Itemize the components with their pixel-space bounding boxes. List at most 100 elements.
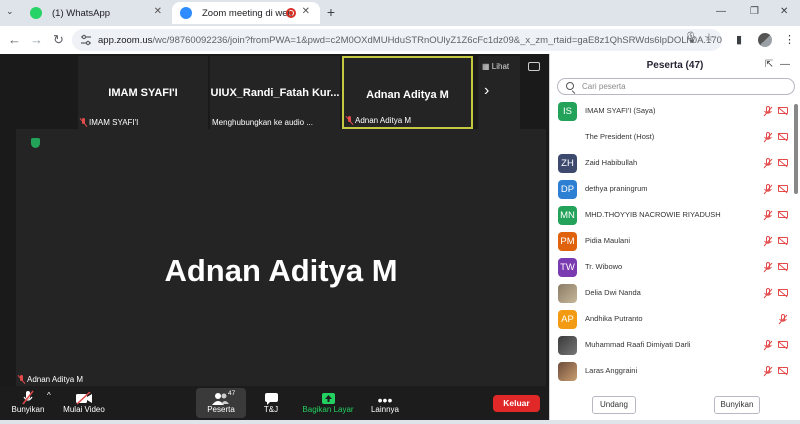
mic-muted-icon [763,340,773,351]
qa-label: T&J [263,405,279,414]
participants-panel: Peserta (47) ⇱ — Cari peserta IS IMAM SY… [549,54,800,420]
more-dots-icon: ••• [377,392,393,408]
profile-avatar[interactable] [758,33,772,47]
participant-name: Andhika Putranto [585,314,643,323]
participant-name: Zaid Habibullah [585,158,638,167]
participant-row[interactable]: IS IMAM SYAFI'I (Saya) [550,98,793,124]
view-button[interactable]: ▦ Lihat › [478,56,520,129]
active-speaker-video: Adnan Aditya M Adnan Aditya M [16,129,546,386]
participant-row[interactable]: AP Andhika Putranto [550,306,793,332]
participant-list-scrollbar[interactable] [794,98,799,388]
participant-row[interactable]: The President (Host) [550,124,793,150]
share-screen-icon [321,393,335,404]
video-off-icon [778,159,788,166]
minimize-icon[interactable]: — [716,6,726,17]
thumbnail-label: IMAM SYAFI'I [80,118,138,127]
start-video-label: Mulai Video [63,405,105,414]
audio-options-caret-icon[interactable]: ^ [47,391,51,400]
whatsapp-favicon-icon [30,7,42,19]
mic-muted-icon [763,288,773,299]
url-path: /wc/98760092236/join?fromPWA=1&pwd=c2M0O… [152,34,722,46]
participant-search-input[interactable]: Cari peserta [557,78,795,95]
participant-row[interactable]: TW Tr. Wibowo [550,254,793,280]
microphone-icon[interactable]: 🎙 [684,31,698,44]
participant-row[interactable]: PM Pidia Maulani [550,228,793,254]
thumbnail-label-text: IMAM SYAFI'I [89,118,139,127]
search-icon [566,82,574,90]
video-off-icon [778,263,788,270]
leave-button[interactable]: Keluar [493,395,540,412]
avatar: IS [558,102,577,121]
tab-whatsapp[interactable]: (1) WhatsApp ✕ [22,2,172,24]
thumbnail-label: Adnan Aditya M [346,116,411,125]
menu-icon[interactable]: ⋮ [784,33,795,46]
participant-row[interactable]: MN MHD.THOYYIB NACROWIE RIYADUSH [550,202,793,228]
back-arrow-icon[interactable]: ← [8,32,21,48]
participant-row[interactable]: Muhammad Raafi Dimiyati Darli [550,332,793,358]
more-button[interactable]: ••• Lainnya [366,388,404,418]
microphone-muted-icon [22,390,34,405]
new-tab-button[interactable]: + [323,5,339,21]
participant-row[interactable]: Delia Dwi Nanda [550,280,793,306]
scrollbar-thumb[interactable] [794,104,798,194]
participant-row[interactable]: DP dethya praningrum [550,176,793,202]
close-tab-icon[interactable]: ✕ [302,6,310,17]
qa-button[interactable]: T&J [256,388,286,418]
video-off-icon [778,185,788,192]
participant-name: dethya praningrum [585,184,648,193]
search-placeholder: Cari peserta [582,82,626,91]
shield-icon [31,138,40,148]
chevron-right-icon[interactable]: › [484,82,489,100]
recording-indicator-icon [286,8,296,18]
participant-row[interactable]: ZH Zaid Habibullah [550,150,793,176]
picture-in-picture-icon[interactable] [528,62,540,71]
mic-muted-icon [763,106,773,117]
thumbnail-name: IMAM SYAFI'I [108,87,178,99]
video-thumbnail[interactable]: UIUX_Randi_Fatah Kur... Menghubungkan ke… [210,56,340,129]
close-panel-icon[interactable]: — [780,59,790,70]
mic-muted-icon [80,118,87,127]
video-thumbnail-active[interactable]: Adnan Aditya M Adnan Aditya M [342,56,473,129]
meeting-stage: IMAM SYAFI'I IMAM SYAFI'I UIUX_Randi_Fat… [0,54,549,386]
participant-name: Delia Dwi Nanda [585,288,641,297]
participant-name: IMAM SYAFI'I (Saya) [585,106,656,115]
panel-title: Peserta (47) [646,60,704,71]
side-panel-icon[interactable]: ▮ [736,33,742,46]
active-speaker-label: Adnan Aditya M [18,375,83,384]
participants-label: Peserta [207,405,235,414]
close-window-icon[interactable]: ✕ [780,6,788,17]
participants-button[interactable]: Peserta 47 [196,388,246,418]
unmute-button[interactable]: Bunyikan [6,388,50,418]
mic-muted-icon [763,132,773,143]
bookmark-star-icon[interactable]: ☆ [704,31,714,44]
address-bar[interactable]: app.zoom.us /wc/98760092236/join?fromPWA… [72,29,722,51]
url-host: app.zoom.us [98,34,153,46]
avatar [558,336,577,355]
reload-icon[interactable]: ↻ [53,32,64,48]
mic-muted-icon [763,366,773,377]
avatar: AP [558,310,577,329]
close-tab-icon[interactable]: ✕ [154,6,162,17]
tab-search-icon[interactable]: ⌄ [6,6,14,17]
site-settings-icon[interactable] [80,34,92,46]
browser-tabbar: ⌄ (1) WhatsApp ✕ Zoom meeting di web ✕ +… [0,0,800,26]
participant-name: Tr. Wibowo [585,262,623,271]
forward-arrow-icon[interactable]: → [30,32,43,48]
thumbnail-name: UIUX_Randi_Fatah Kur... [210,87,340,99]
mic-muted-icon [346,116,353,125]
share-screen-label: Bagikan Layar [302,405,354,414]
video-off-icon [76,392,92,405]
start-video-button[interactable]: Mulai Video [60,388,108,418]
tab-zoom[interactable]: Zoom meeting di web ✕ [172,2,320,24]
share-screen-button[interactable]: Bagikan Layar [300,388,356,418]
page: ⌄ (1) WhatsApp ✕ Zoom meeting di web ✕ +… [0,0,800,424]
video-thumbnail[interactable]: IMAM SYAFI'I IMAM SYAFI'I [78,56,208,129]
avatar: PM [558,232,577,251]
unmute-me-button[interactable]: Bunyikan [714,396,760,414]
restore-icon[interactable]: ❐ [750,6,759,17]
participant-row[interactable]: Laras Anggraini [550,358,793,384]
participant-list: IS IMAM SYAFI'I (Saya) The President (Ho… [550,98,793,388]
invite-button[interactable]: Undang [592,396,636,414]
avatar [558,284,577,303]
pop-out-icon[interactable]: ⇱ [765,59,773,70]
